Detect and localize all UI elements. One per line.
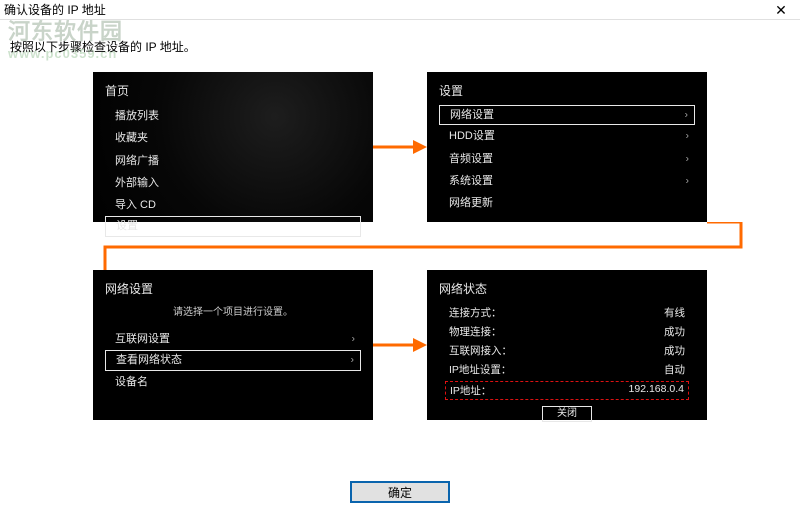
settings-item-audio[interactable]: 音频设置 ›	[439, 148, 695, 170]
status-label: 物理连接：	[449, 324, 502, 339]
status-label: IP地址：	[450, 383, 491, 398]
net-item-internet[interactable]: 互联网设置 ›	[105, 328, 361, 350]
settings-item-hdd[interactable]: HDD设置 ›	[439, 125, 695, 147]
window-title: 确认设备的 IP 地址	[4, 1, 766, 18]
status-row-internet: 互联网接入： 成功	[439, 341, 695, 360]
ok-button[interactable]: 确定	[350, 481, 450, 503]
status-row-physical: 物理连接： 成功	[439, 322, 695, 341]
settings-item-label: 网络设置	[450, 109, 494, 121]
chevron-right-icon: ›	[686, 152, 689, 165]
status-label: 互联网接入：	[449, 343, 512, 358]
status-value: 成功	[664, 343, 685, 358]
panel-network-hint: 请选择一个项目进行设置。	[105, 303, 361, 318]
settings-item-system[interactable]: 系统设置 ›	[439, 170, 695, 192]
status-row-ip-mode: IP地址设置： 自动	[439, 360, 695, 379]
status-label: IP地址设置：	[449, 362, 511, 377]
row-2: 网络设置 请选择一个项目进行设置。 互联网设置 › 查看网络状态 › 设备名	[93, 270, 707, 420]
settings-item-net-update[interactable]: 网络更新	[439, 192, 695, 214]
status-row-connection-type: 连接方式： 有线	[439, 303, 695, 322]
home-item-playlist[interactable]: 播放列表	[105, 105, 361, 127]
settings-item-label: HDD设置	[449, 130, 495, 142]
panel-home: 首页 播放列表 收藏夹 网络广播 外部输入 导入 CD 设置	[93, 72, 373, 222]
panel-network-title: 网络设置	[105, 280, 361, 297]
close-icon[interactable]: ✕	[766, 1, 796, 19]
net-item-label: 互联网设置	[115, 333, 170, 345]
panel-settings-title: 设置	[439, 82, 695, 99]
instruction-text: 按照以下步骤检查设备的 IP 地址。	[10, 38, 196, 55]
row-1: 首页 播放列表 收藏夹 网络广播 外部输入 导入 CD 设置 设置	[93, 72, 707, 222]
panel-home-title: 首页	[105, 82, 361, 99]
panel-settings: 设置 网络设置 › HDD设置 › 音频设置 › 系统设置 ›	[427, 72, 707, 222]
settings-item-network[interactable]: 网络设置 ›	[439, 105, 695, 125]
status-value: 成功	[664, 324, 685, 339]
panel-network-settings: 网络设置 请选择一个项目进行设置。 互联网设置 › 查看网络状态 › 设备名	[93, 270, 373, 420]
diagram-stage: 首页 播放列表 收藏夹 网络广播 外部输入 导入 CD 设置 设置	[0, 72, 800, 467]
status-row-ip-address: IP地址： 192.168.0.4	[445, 381, 689, 400]
home-item-ext-input[interactable]: 外部输入	[105, 172, 361, 194]
arrow-connector-down	[93, 222, 707, 272]
arrow-right-2	[373, 270, 427, 420]
chevron-right-icon: ›	[686, 175, 689, 188]
titlebar: 确认设备的 IP 地址 ✕	[0, 0, 800, 20]
home-item-favorites[interactable]: 收藏夹	[105, 127, 361, 149]
status-label: 连接方式：	[449, 305, 502, 320]
panel-status-title: 网络状态	[439, 280, 695, 297]
chevron-right-icon: ›	[352, 333, 355, 346]
dialog-button-bar: 确定	[0, 481, 800, 503]
chevron-right-icon: ›	[686, 130, 689, 143]
chevron-right-icon: ›	[351, 354, 354, 367]
settings-item-label: 系统设置	[449, 175, 493, 187]
net-item-status[interactable]: 查看网络状态 ›	[105, 350, 361, 370]
home-item-net-radio[interactable]: 网络广播	[105, 150, 361, 172]
settings-item-label: 音频设置	[449, 153, 493, 165]
status-value: 有线	[664, 305, 685, 320]
arrow-right-1	[373, 72, 427, 222]
net-item-label: 查看网络状态	[116, 354, 182, 366]
panel-close-button[interactable]: 关闭	[542, 406, 592, 422]
settings-item-label: 网络更新	[449, 197, 493, 209]
net-item-label: 设备名	[115, 376, 148, 388]
panel-network-status: 网络状态 连接方式： 有线 物理连接： 成功 互联网接入： 成功 IP地址设置：…	[427, 270, 707, 420]
chevron-right-icon: ›	[685, 109, 688, 122]
status-value: 自动	[664, 362, 685, 377]
home-item-import-cd[interactable]: 导入 CD	[105, 194, 361, 216]
status-value: 192.168.0.4	[629, 383, 684, 398]
net-item-device-name[interactable]: 设备名	[105, 371, 361, 393]
